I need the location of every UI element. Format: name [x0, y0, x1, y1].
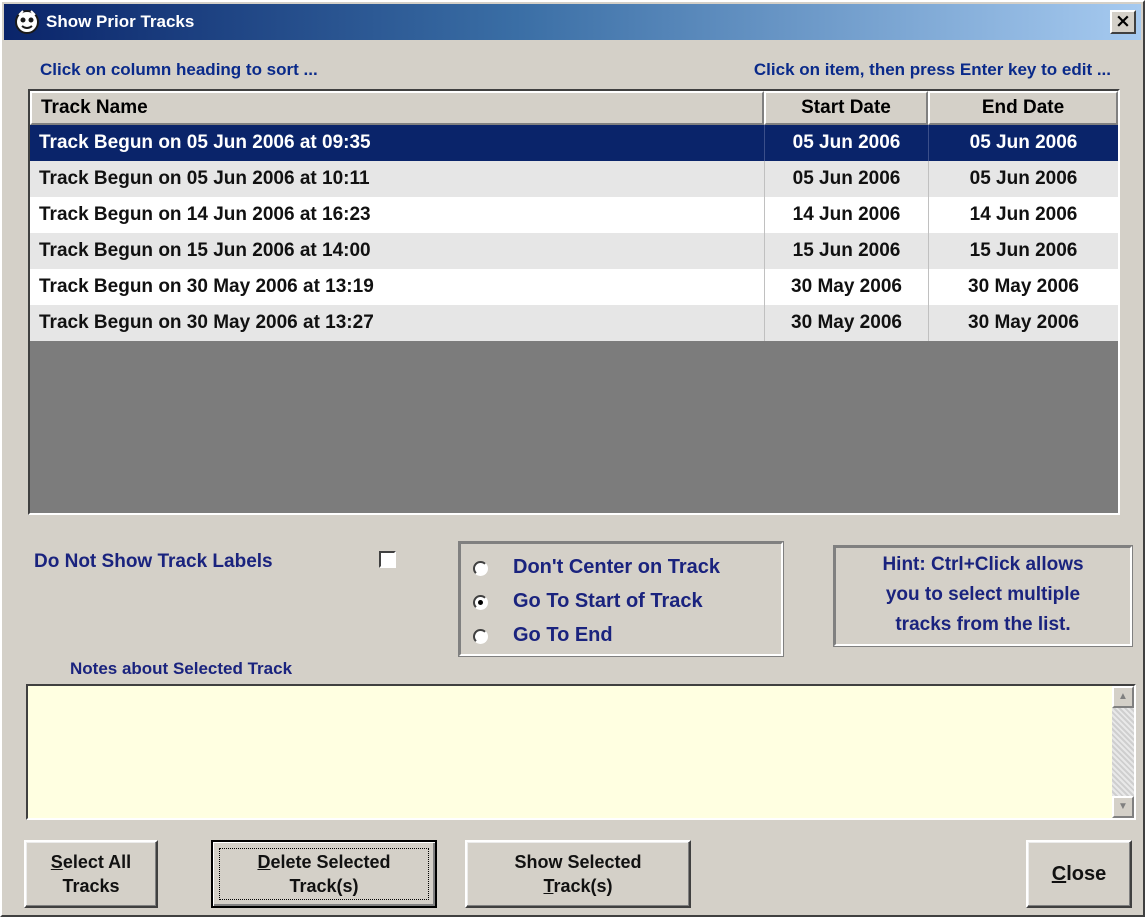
radio-label: Go To End — [513, 624, 613, 646]
select-all-tracks-button[interactable]: Select All Tracks — [24, 840, 158, 908]
tracks-list[interactable]: Track Name Start Date End Date Track Beg… — [28, 89, 1120, 515]
notes-text — [28, 686, 1134, 698]
tracks-list-rows: Track Begun on 05 Jun 2006 at 09:35 05 J… — [30, 125, 1118, 341]
button-label-line2: Track(s) — [543, 876, 613, 896]
start-date-cell: 05 Jun 2006 — [764, 161, 928, 197]
end-date-cell: 30 May 2006 — [928, 305, 1118, 341]
title-bar[interactable]: Show Prior Tracks × — [4, 4, 1141, 40]
track-name-cell: Track Begun on 05 Jun 2006 at 10:11 — [39, 168, 370, 189]
no-track-labels-checkbox[interactable] — [379, 551, 396, 568]
radio-button[interactable] — [473, 595, 488, 610]
column-header-track-name[interactable]: Track Name — [30, 91, 764, 125]
table-row[interactable]: Track Begun on 05 Jun 2006 at 10:11 05 J… — [30, 161, 1118, 197]
window-title: Show Prior Tracks — [46, 12, 195, 31]
close-window-button[interactable]: × — [1110, 10, 1136, 34]
close-button[interactable]: Close — [1026, 840, 1132, 908]
table-row[interactable]: Track Begun on 15 Jun 2006 at 14:00 15 J… — [30, 233, 1118, 269]
start-date-cell: 30 May 2006 — [764, 305, 928, 341]
hint-line: you to select multiple — [885, 584, 1081, 605]
close-icon: × — [1115, 10, 1131, 32]
track-name-cell: Track Begun on 15 Jun 2006 at 14:00 — [39, 240, 371, 261]
button-label-line1: Delete Selected — [257, 852, 391, 872]
start-date-cell: 15 Jun 2006 — [764, 233, 928, 269]
notes-scrollbar[interactable]: ▲ ▼ — [1112, 686, 1134, 818]
show-prior-tracks-dialog: Show Prior Tracks × Click on column head… — [0, 0, 1145, 917]
button-label-line2: Tracks — [62, 876, 120, 896]
notes-label: Notes about Selected Track — [70, 659, 293, 678]
end-date-cell: 05 Jun 2006 — [928, 125, 1118, 161]
show-selected-tracks-button[interactable]: Show Selected Track(s) — [465, 840, 691, 908]
close-button-label: Close — [1051, 863, 1107, 885]
track-name-cell: Track Begun on 14 Jun 2006 at 16:23 — [39, 204, 371, 225]
no-track-labels-label: Do Not Show Track Labels — [34, 551, 273, 572]
notes-textarea[interactable]: ▲ ▼ — [26, 684, 1136, 820]
app-logo-icon — [15, 10, 39, 34]
end-date-cell: 15 Jun 2006 — [928, 233, 1118, 269]
sort-hint: Click on column heading to sort ... — [40, 60, 318, 79]
delete-selected-tracks-button[interactable]: Delete Selected Track(s) — [211, 840, 437, 908]
radio-button[interactable] — [473, 561, 488, 576]
hint-line: tracks from the list. — [895, 614, 1071, 635]
column-header-start-date[interactable]: Start Date — [764, 91, 928, 125]
start-date-cell: 30 May 2006 — [764, 269, 928, 305]
track-name-cell: Track Begun on 30 May 2006 at 13:19 — [39, 276, 374, 297]
end-date-cell: 30 May 2006 — [928, 269, 1118, 305]
radio-button[interactable] — [473, 629, 488, 644]
radio-label: Don't Center on Track — [513, 556, 721, 578]
tracks-list-header: Track Name Start Date End Date — [30, 91, 1118, 125]
button-label-line2: Track(s) — [289, 876, 359, 896]
start-date-cell: 14 Jun 2006 — [764, 197, 928, 233]
scroll-up-button[interactable]: ▲ — [1112, 686, 1134, 708]
hint-line: Hint: Ctrl+Click allows — [882, 554, 1084, 575]
radio-label: Go To Start of Track — [513, 590, 703, 612]
button-label-line1: Select All — [50, 852, 132, 872]
edit-hint: Click on item, then press Enter key to e… — [753, 60, 1111, 79]
table-row[interactable]: Track Begun on 30 May 2006 at 13:19 30 M… — [30, 269, 1118, 305]
table-row[interactable]: Track Begun on 14 Jun 2006 at 16:23 14 J… — [30, 197, 1118, 233]
table-row[interactable]: Track Begun on 05 Jun 2006 at 09:35 05 J… — [30, 125, 1118, 161]
scroll-down-button[interactable]: ▼ — [1112, 796, 1134, 818]
track-name-cell: Track Begun on 30 May 2006 at 13:27 — [39, 312, 374, 333]
multi-select-hint-box: Hint: Ctrl+Click allows you to select mu… — [833, 545, 1133, 647]
table-row[interactable]: Track Begun on 30 May 2006 at 13:27 30 M… — [30, 305, 1118, 341]
column-header-end-date[interactable]: End Date — [928, 91, 1118, 125]
track-name-cell: Track Begun on 05 Jun 2006 at 09:35 — [39, 132, 371, 153]
start-date-cell: 05 Jun 2006 — [764, 125, 928, 161]
button-label-line1: Show Selected — [514, 852, 642, 872]
end-date-cell: 14 Jun 2006 — [928, 197, 1118, 233]
end-date-cell: 05 Jun 2006 — [928, 161, 1118, 197]
centering-options-group: Don't Center on Track Go To Start of Tra… — [458, 541, 784, 657]
